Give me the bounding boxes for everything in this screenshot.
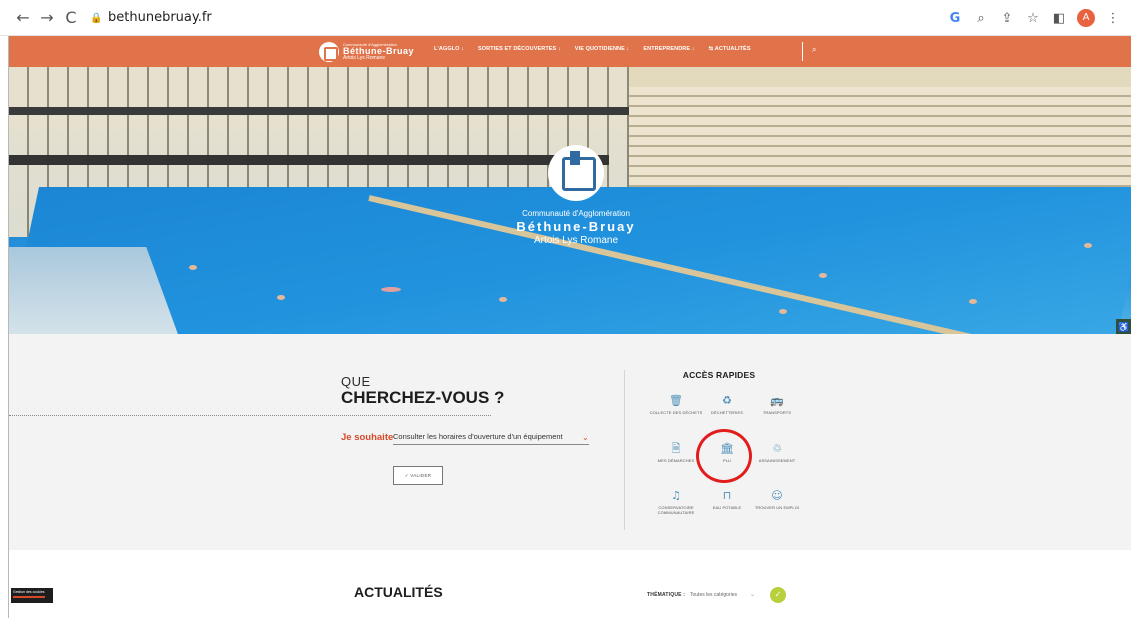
quick-access-dechetteries[interactable]: ♻ DÉCHETTERIES <box>700 394 754 415</box>
search-section: QUE CHERCHEZ-VOUS ? Je souhaite Consulte… <box>9 334 1131 550</box>
quick-access-label: TROUVER UN EMPLOI <box>754 505 800 510</box>
back-icon[interactable]: ← <box>14 9 32 27</box>
swimmer <box>969 299 977 304</box>
zoom-icon[interactable]: ⌕ <box>973 11 989 26</box>
google-icon[interactable]: G <box>947 11 963 26</box>
main-nav: L'AGGLO ↓ SORTIES ET DÉCOUVERTES ↓ VIE Q… <box>434 46 751 52</box>
swimmer <box>277 295 285 300</box>
quick-access-conservatoire[interactable]: ♫ CONSERVATOIRE COMMUNAUTAIRE <box>649 489 703 515</box>
nav-actualites[interactable]: ⇆ ACTUALITÉS <box>709 46 751 52</box>
theme-select[interactable]: Toutes les catégories <box>690 592 737 598</box>
hero-stands <box>629 87 1131 197</box>
cookie-settings-button[interactable]: Gestion des cookies <box>11 588 53 603</box>
intent-select[interactable]: Consulter les horaires d'ouverture d'un … <box>393 432 589 445</box>
logo-icon <box>319 42 339 62</box>
reload-icon[interactable]: C <box>62 9 80 27</box>
quick-access-eau-potable[interactable]: ⊓ EAU POTABLE <box>700 489 754 510</box>
tap-icon: ⊓ <box>722 489 732 502</box>
trash-icon: 🗑 <box>669 394 683 407</box>
quick-access-label: DÉCHETTERIES <box>710 410 744 415</box>
logo-line3: Artois Lys Romane <box>343 55 386 61</box>
quick-access-label: TRANSPORTS <box>762 410 792 415</box>
hero-railing <box>9 107 629 115</box>
site-logo[interactable]: Communauté d'Agglomération Béthune-Bruay… <box>319 41 414 63</box>
side-panel-icon[interactable]: ◧ <box>1051 11 1067 26</box>
browser-toolbar: ← → C 🔒 bethunebruay.fr G ⌕ ⇪ ☆ ◧ A ⋮ <box>0 0 1131 36</box>
forward-icon[interactable]: → <box>38 9 56 27</box>
water-drop-icon: ♲ <box>772 442 782 455</box>
quick-access-demarches[interactable]: 🗎 MES DÉMARCHES <box>649 442 703 463</box>
nav-sorties[interactable]: SORTIES ET DÉCOUVERTES ↓ <box>478 46 561 52</box>
dotted-divider <box>9 415 491 416</box>
swimmer <box>499 297 507 302</box>
quick-access-label: EAU POTABLE <box>712 505 742 510</box>
web-page: Communauté d'Agglomération Béthune-Bruay… <box>8 36 1131 618</box>
acces-rapides-title: ACCÈS RAPIDES <box>682 370 756 380</box>
quick-access-emploi[interactable]: ☺ TROUVER UN EMPLOI <box>750 489 804 510</box>
menu-icon[interactable]: ⋮ <box>1105 11 1121 26</box>
quick-access-label: COLLECTE DES DÉCHETS <box>649 410 703 415</box>
swimmer <box>1084 243 1092 248</box>
site-header: Communauté d'Agglomération Béthune-Bruay… <box>9 36 1131 67</box>
quick-access-label: ASSAINISSEMENT <box>758 458 796 463</box>
search-icon[interactable]: ⌕ <box>812 45 816 55</box>
address-bar[interactable]: 🔒 bethunebruay.fr <box>90 9 212 27</box>
lock-icon[interactable]: 🔒 <box>90 10 102 28</box>
recycle-icon: ♻ <box>722 394 732 407</box>
swimmer <box>779 309 787 314</box>
quick-access-label: CONSERVATOIRE COMMUNAUTAIRE <box>657 505 695 515</box>
search-heading-main: CHERCHEZ-VOUS ? <box>341 388 505 407</box>
swimmer <box>189 265 197 270</box>
theme-submit-button[interactable]: ✓ <box>770 587 786 603</box>
nav-actualites-label: ACTUALITÉS <box>714 46 751 52</box>
bus-icon: 🚌 <box>770 394 784 407</box>
cookie-label: Gestion des cookies <box>13 590 45 594</box>
quick-access-label: MES DÉMARCHES <box>657 458 695 463</box>
browser-actions: G ⌕ ⇪ ☆ ◧ A ⋮ <box>947 8 1121 28</box>
avatar[interactable]: A <box>1077 9 1095 27</box>
accessibility-icon[interactable]: ♿ <box>1116 319 1131 334</box>
swimmer <box>381 287 401 292</box>
hero-logo-line2: Béthune-Bruay <box>516 219 636 234</box>
highlight-circle <box>696 429 752 483</box>
nav-agglo[interactable]: L'AGGLO ↓ <box>434 46 464 52</box>
swimmer <box>819 273 827 278</box>
hero-wall <box>629 67 1131 89</box>
cookie-bar <box>13 596 45 598</box>
nav-entreprendre[interactable]: ENTREPRENDRE ↓ <box>643 46 694 52</box>
nav-divider <box>802 42 803 61</box>
chevron-down-icon[interactable]: ⌄ <box>750 591 755 598</box>
star-icon[interactable]: ☆ <box>1025 11 1041 26</box>
hero-logo-line3: Artois Lys Romane <box>533 235 619 246</box>
music-icon: ♫ <box>671 489 681 502</box>
quick-access-transports[interactable]: 🚌 TRANSPORTS <box>750 394 804 415</box>
hero-logo-badge-icon <box>548 145 604 201</box>
document-icon: 🗎 <box>671 442 681 455</box>
people-icon: ☺ <box>771 489 783 502</box>
valider-button[interactable]: ✓ VALIDER <box>393 466 443 485</box>
hero-logo: Communauté d'Agglomération Béthune-Bruay… <box>506 145 646 246</box>
quick-access-collecte[interactable]: 🗑 COLLECTE DES DÉCHETS <box>649 394 703 415</box>
nav-vie-quotidienne[interactable]: VIE QUOTIDIENNE ↓ <box>575 46 630 52</box>
url-text: bethunebruay.fr <box>108 10 212 25</box>
hero-logo-line1: Communauté d'Agglomération <box>522 209 630 218</box>
news-title: ACTUALITÉS <box>354 584 443 600</box>
logo-text: Communauté d'Agglomération Béthune-Bruay… <box>343 43 414 61</box>
souhaite-label: Je souhaite <box>341 432 394 443</box>
browser-window: ← → C 🔒 bethunebruay.fr G ⌕ ⇪ ☆ ◧ A ⋮ Com… <box>0 0 1131 618</box>
section-divider <box>624 370 625 530</box>
theme-label: THÉMATIQUE : <box>647 592 686 598</box>
share-icon[interactable]: ⇪ <box>999 11 1015 26</box>
actualites-icon: ⇆ <box>708 46 714 52</box>
hero-banner: Communauté d'Agglomération Béthune-Bruay… <box>9 67 1131 334</box>
search-heading-que: QUE <box>341 374 371 389</box>
news-section: Gestion des cookies ACTUALITÉS THÉMATIQU… <box>9 550 1131 618</box>
chevron-down-icon[interactable]: ⌄ <box>582 433 589 442</box>
quick-access-assainissement[interactable]: ♲ ASSAINISSEMENT <box>750 442 804 463</box>
